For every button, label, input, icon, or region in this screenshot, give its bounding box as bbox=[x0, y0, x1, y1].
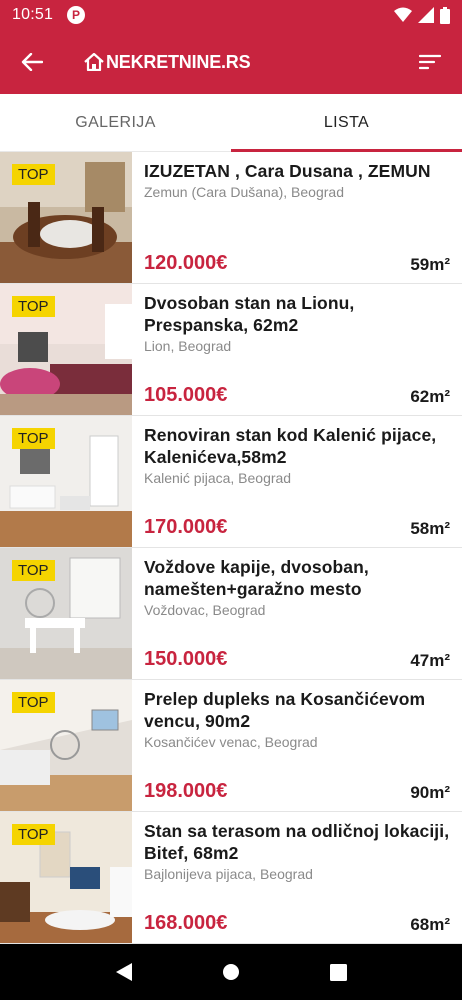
listing-photo: TOP bbox=[0, 152, 132, 283]
app-bar: NEKRETNINE.RS bbox=[0, 30, 462, 94]
top-badge: TOP bbox=[12, 164, 55, 185]
listing-photo: TOP bbox=[0, 416, 132, 547]
listing-price: 150.000€ bbox=[144, 648, 228, 670]
listing-location: Bajlonijeva pijaca, Beograd bbox=[144, 866, 313, 882]
back-triangle-icon[interactable] bbox=[115, 962, 133, 982]
sort-menu-button[interactable] bbox=[398, 30, 462, 94]
top-badge: TOP bbox=[12, 824, 55, 845]
logo-text: NEKRETNINE.RS bbox=[106, 51, 251, 72]
status-icons bbox=[394, 6, 450, 24]
listing-title: IZUZETAN , Cara Dusana , ZEMUN bbox=[144, 161, 431, 181]
listing-item[interactable]: TOP IZUZETAN , Cara Dusana , ZEMUN Zemun… bbox=[0, 152, 462, 284]
listing-price: 170.000€ bbox=[144, 516, 228, 538]
listing-price: 168.000€ bbox=[144, 912, 228, 934]
view-tabs: GALERIJA LISTA bbox=[0, 94, 462, 152]
listing-photo: TOP bbox=[0, 548, 132, 679]
wifi-icon bbox=[394, 7, 412, 22]
status-bar: 10:51 P bbox=[0, 0, 462, 30]
listing-item[interactable]: TOP Prelep dupleks na Kosančićevom vencu… bbox=[0, 680, 462, 812]
listing-area: 59m² bbox=[410, 255, 450, 274]
listing-item[interactable]: TOP Dvosoban stan na Lionu, Prespanska, … bbox=[0, 284, 462, 416]
top-badge: TOP bbox=[12, 296, 55, 317]
listing-price: 105.000€ bbox=[144, 384, 228, 406]
listing-info: IZUZETAN , Cara Dusana , ZEMUN Zemun (Ca… bbox=[132, 152, 462, 283]
listing-area: 58m² bbox=[410, 519, 450, 538]
app-notification-icon: P bbox=[67, 6, 86, 24]
top-badge: TOP bbox=[12, 560, 55, 581]
listing-price: 198.000€ bbox=[144, 780, 228, 802]
listing-price: 120.000€ bbox=[144, 252, 228, 274]
listing-location: Zemun (Cara Dušana), Beograd bbox=[144, 184, 344, 200]
listing-location: Lion, Beograd bbox=[144, 338, 232, 354]
top-badge: TOP bbox=[12, 428, 55, 449]
listing-location: Kalenić pijaca, Beograd bbox=[144, 470, 292, 486]
listing-photo: TOP bbox=[0, 284, 132, 415]
listing-location: Voždovac, Beograd bbox=[144, 602, 266, 618]
tab-label: GALERIJA bbox=[75, 113, 156, 131]
listing-area: 47m² bbox=[410, 651, 450, 670]
recents-square-icon[interactable] bbox=[330, 963, 348, 981]
listing-list[interactable]: TOP IZUZETAN , Cara Dusana , ZEMUN Zemun… bbox=[0, 152, 462, 944]
listing-item[interactable]: TOP Stan sa terasom na odličnoj lokaciji… bbox=[0, 812, 462, 944]
sort-icon bbox=[419, 54, 441, 70]
arrow-left-icon bbox=[21, 53, 43, 71]
listing-info: Stan sa terasom na odličnoj lokaciji, Bi… bbox=[132, 812, 462, 943]
listing-info: Prelep dupleks na Kosančićevom vencu, 90… bbox=[132, 680, 462, 811]
top-badge: TOP bbox=[12, 692, 55, 713]
back-button[interactable] bbox=[0, 30, 64, 94]
system-nav-bar bbox=[0, 944, 462, 1000]
listing-photo: TOP bbox=[0, 680, 132, 811]
signal-icon bbox=[418, 7, 434, 23]
listing-title: Prelep dupleks na Kosančićevom vencu, 90… bbox=[144, 689, 426, 731]
listing-info: Voždove kapije, dvosoban, namešten+garaž… bbox=[132, 548, 462, 679]
listing-info: Renoviran stan kod Kalenić pijace, Kalen… bbox=[132, 416, 462, 547]
listing-title: Renoviran stan kod Kalenić pijace, Kalen… bbox=[144, 425, 437, 467]
listing-area: 90m² bbox=[410, 783, 450, 802]
tab-lista[interactable]: LISTA bbox=[231, 94, 462, 152]
house-logo-icon bbox=[84, 53, 104, 71]
listing-area: 68m² bbox=[410, 915, 450, 934]
listing-item[interactable]: TOP Renoviran stan kod Kalenić pijace, K… bbox=[0, 416, 462, 548]
listing-title: Stan sa terasom na odličnoj lokaciji, Bi… bbox=[144, 821, 450, 863]
listing-location: Kosančićev venac, Beograd bbox=[144, 734, 318, 750]
listing-photo: TOP bbox=[0, 812, 132, 943]
listing-title: Voždove kapije, dvosoban, namešten+garaž… bbox=[144, 557, 369, 599]
tab-label: LISTA bbox=[323, 113, 370, 131]
logo: NEKRETNINE.RS bbox=[84, 51, 251, 73]
tab-galerija[interactable]: GALERIJA bbox=[0, 94, 231, 151]
listing-title: Dvosoban stan na Lionu, Prespanska, 62m2 bbox=[144, 293, 355, 335]
listing-item[interactable]: TOP Voždove kapije, dvosoban, namešten+g… bbox=[0, 548, 462, 680]
listing-area: 62m² bbox=[410, 387, 450, 406]
home-circle-icon[interactable] bbox=[222, 963, 240, 981]
status-time: 10:51 bbox=[12, 6, 54, 23]
battery-icon bbox=[440, 6, 450, 24]
listing-info: Dvosoban stan na Lionu, Prespanska, 62m2… bbox=[132, 284, 462, 415]
